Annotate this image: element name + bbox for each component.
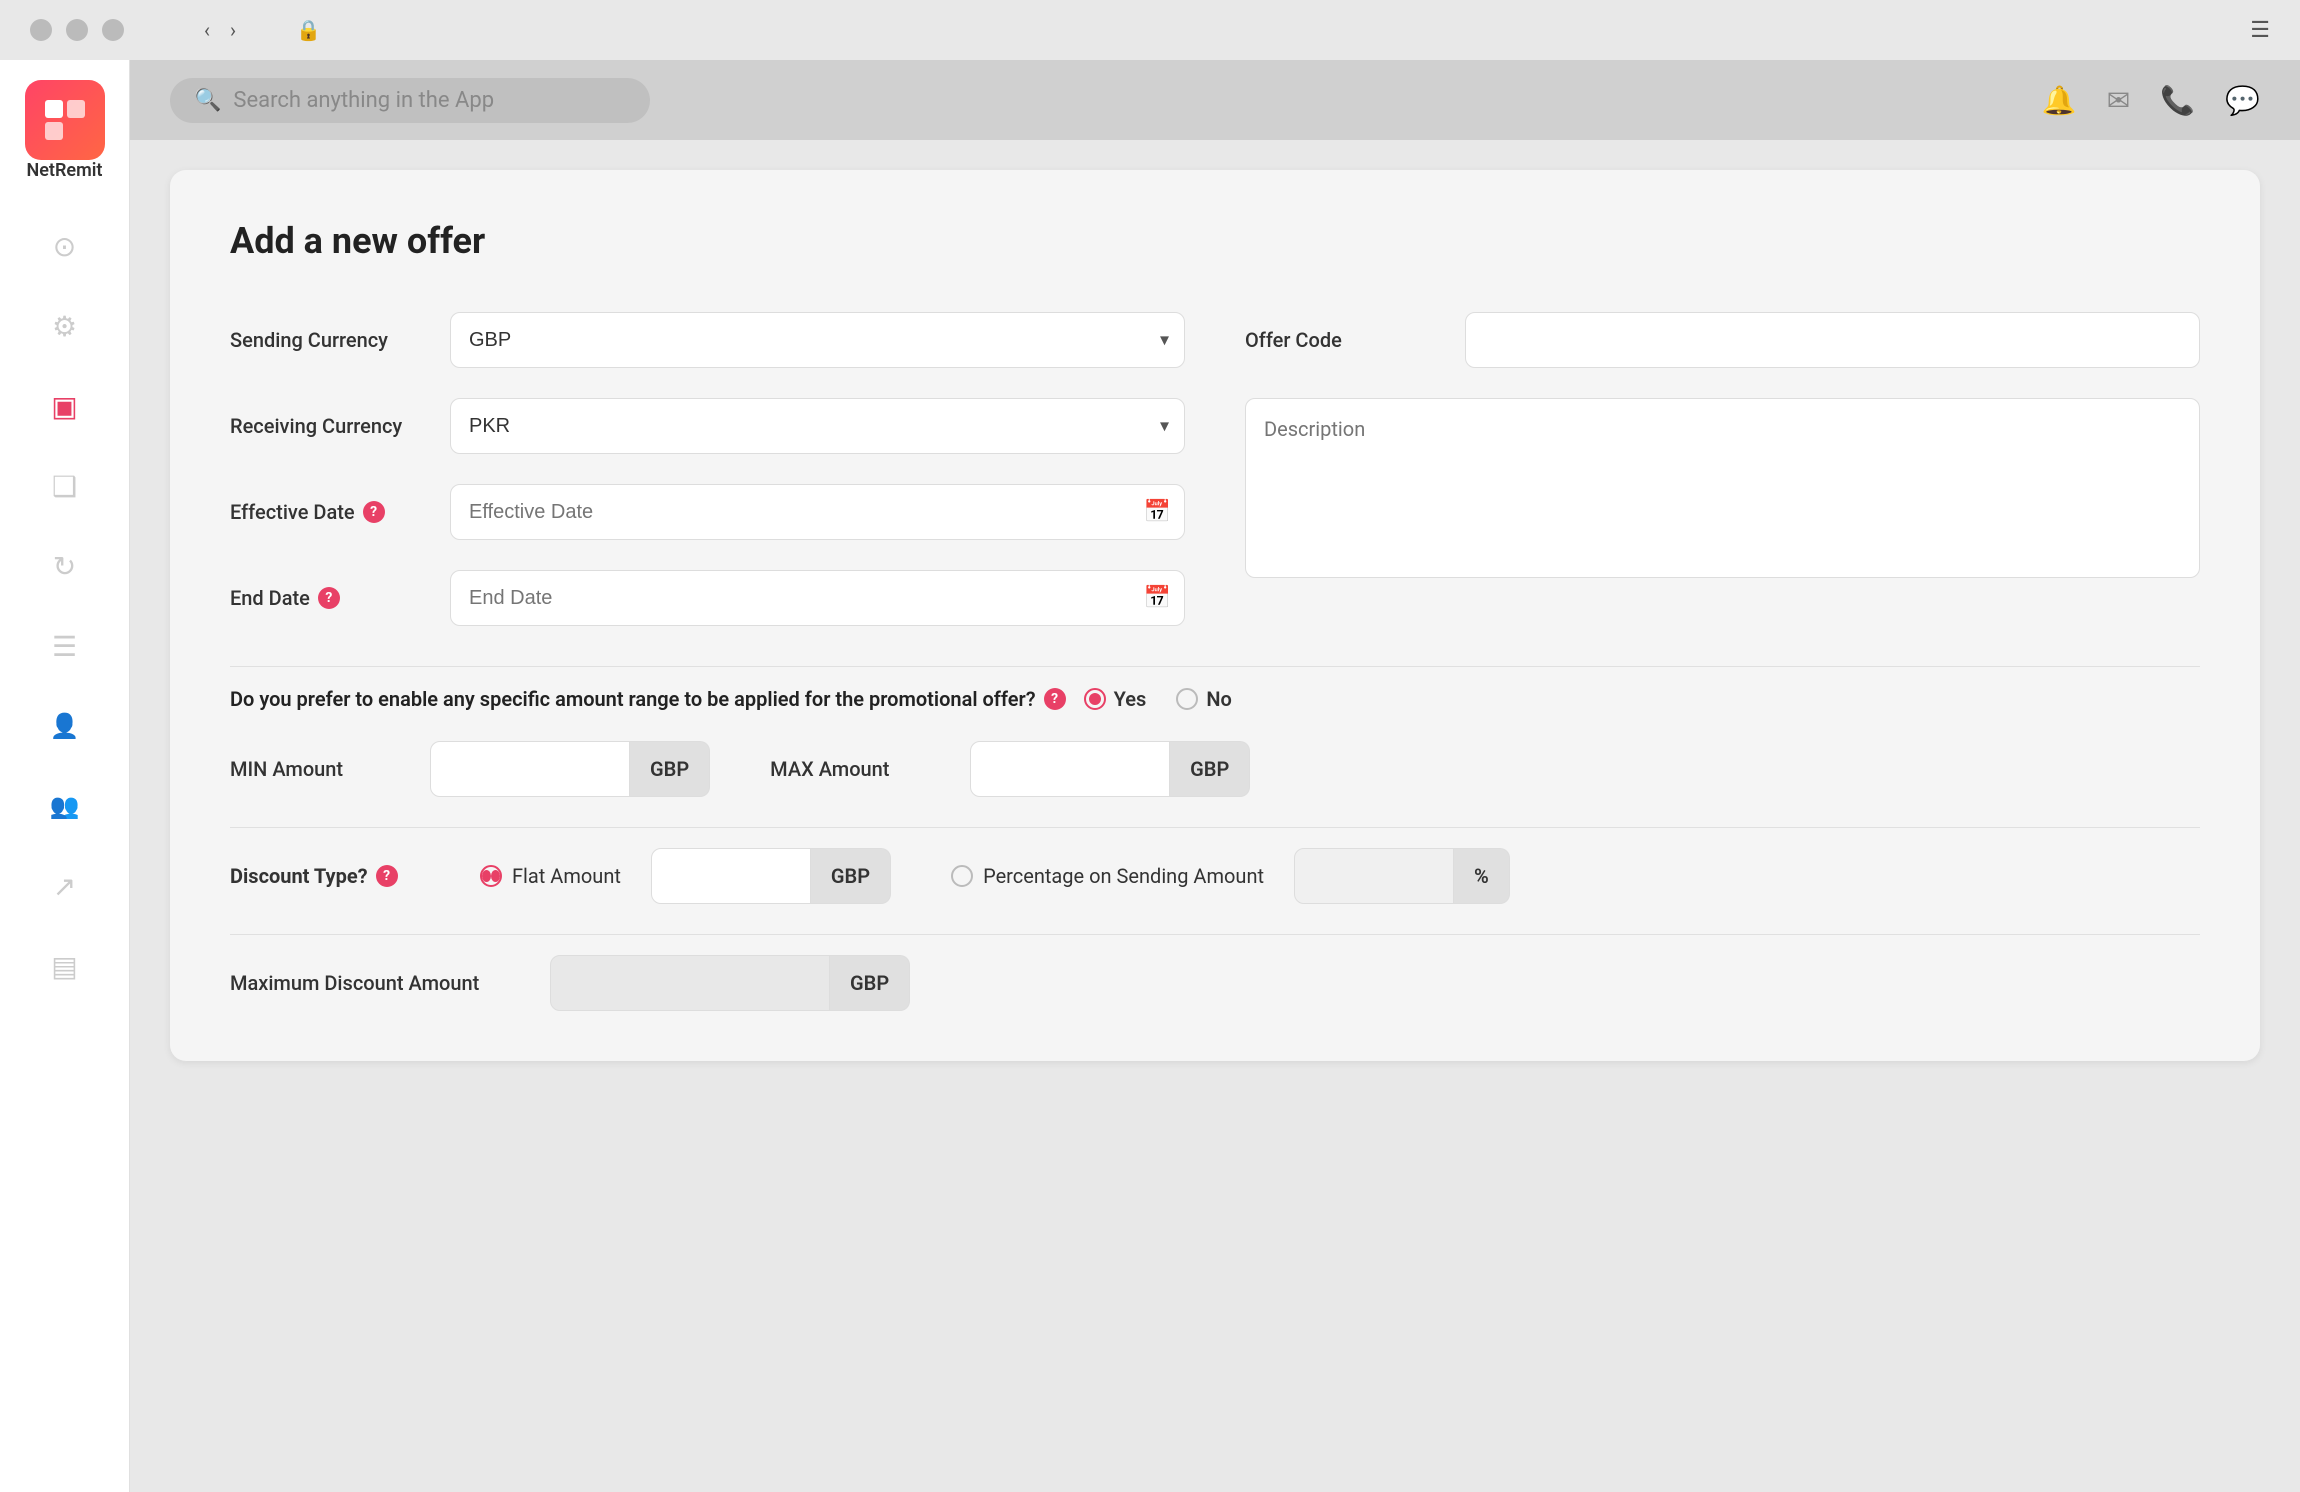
nav-back-button[interactable]: ‹ bbox=[204, 18, 210, 42]
effective-date-wrapper: 📅 bbox=[450, 484, 1185, 540]
receiving-currency-label: Receiving Currency bbox=[230, 414, 430, 438]
sidebar-item-analytics[interactable]: ↗ bbox=[40, 861, 90, 911]
flat-amount-option[interactable]: Flat Amount bbox=[480, 864, 621, 888]
close-button[interactable] bbox=[30, 19, 52, 41]
discount-type-row: Discount Type? ? Flat Amount GBP Percent… bbox=[230, 848, 2200, 904]
description-textarea[interactable] bbox=[1245, 398, 2200, 578]
end-date-label: End Date ? bbox=[230, 586, 430, 610]
min-amount-currency: GBP bbox=[630, 741, 710, 797]
logo bbox=[25, 80, 105, 160]
max-discount-input[interactable] bbox=[550, 955, 830, 1011]
percentage-input-group: % bbox=[1294, 848, 1510, 904]
percentage-label: Percentage on Sending Amount bbox=[983, 864, 1264, 888]
receiving-currency-select-wrapper: PKR INR BDT ▾ bbox=[450, 398, 1185, 454]
range-radio-group: Yes No bbox=[1084, 687, 1232, 711]
search-box[interactable]: 🔍 Search anything in the App bbox=[170, 78, 650, 123]
max-discount-input-group: GBP bbox=[550, 955, 910, 1011]
range-help-icon[interactable]: ? bbox=[1044, 688, 1066, 710]
sending-currency-select[interactable]: GBP USD EUR bbox=[450, 312, 1185, 368]
chat-icon[interactable]: 💬 bbox=[2225, 84, 2260, 117]
sidebar-item-settings[interactable]: ⚙ bbox=[40, 301, 90, 351]
flat-amount-label: Flat Amount bbox=[512, 864, 621, 888]
content-card: Add a new offer Sending Currency GBP USD… bbox=[170, 170, 2260, 1061]
maximize-button[interactable] bbox=[102, 19, 124, 41]
sidebar-item-users[interactable]: 👤 bbox=[40, 701, 90, 751]
section-divider bbox=[230, 666, 2200, 667]
section-divider-2 bbox=[230, 827, 2200, 828]
notification-icon[interactable]: 🔔 bbox=[2042, 84, 2077, 117]
receiving-currency-row: Receiving Currency PKR INR BDT ▾ bbox=[230, 398, 1185, 454]
percentage-option[interactable]: Percentage on Sending Amount bbox=[951, 864, 1264, 888]
min-amount-label: MIN Amount bbox=[230, 757, 400, 781]
end-date-row: End Date ? 📅 bbox=[230, 570, 1185, 626]
effective-date-input[interactable] bbox=[450, 484, 1185, 540]
range-yes-radio[interactable] bbox=[1084, 688, 1106, 710]
description-row bbox=[1245, 398, 2200, 582]
form-right-column: Offer Code bbox=[1245, 312, 2200, 626]
percentage-input[interactable] bbox=[1294, 848, 1454, 904]
max-amount-label: MAX Amount bbox=[770, 757, 940, 781]
sending-currency-row: Sending Currency GBP USD EUR ▾ bbox=[230, 312, 1185, 368]
range-no-radio[interactable] bbox=[1176, 688, 1198, 710]
search-icon: 🔍 bbox=[194, 88, 221, 113]
sidebar-item-messages[interactable]: ☰ bbox=[40, 621, 90, 671]
mail-icon[interactable]: ✉ bbox=[2107, 84, 2130, 117]
offer-code-label: Offer Code bbox=[1245, 328, 1445, 352]
end-date-input[interactable] bbox=[450, 570, 1185, 626]
form-left-column: Sending Currency GBP USD EUR ▾ Recei bbox=[230, 312, 1185, 626]
sidebar-item-reports[interactable]: ▤ bbox=[40, 941, 90, 991]
sidebar-item-team[interactable]: 👥 bbox=[40, 781, 90, 831]
title-bar: ‹ › 🔒 ☰ bbox=[0, 0, 2300, 60]
max-discount-currency: GBP bbox=[830, 955, 910, 1011]
flat-amount-input[interactable] bbox=[651, 848, 811, 904]
max-discount-row: Maximum Discount Amount GBP bbox=[230, 955, 2200, 1011]
sending-currency-select-wrapper: GBP USD EUR ▾ bbox=[450, 312, 1185, 368]
phone-icon[interactable]: 📞 bbox=[2160, 84, 2195, 117]
main-content: Add a new offer Sending Currency GBP USD… bbox=[130, 140, 2300, 1492]
flat-amount-radio[interactable] bbox=[480, 865, 502, 887]
search-input[interactable]: Search anything in the App bbox=[233, 88, 494, 113]
range-question-text: Do you prefer to enable any specific amo… bbox=[230, 687, 2200, 711]
range-no-option[interactable]: No bbox=[1176, 687, 1231, 711]
end-date-wrapper: 📅 bbox=[450, 570, 1185, 626]
top-bar: 🔍 Search anything in the App 🔔 ✉ 📞 💬 bbox=[130, 60, 2300, 140]
sidebar-item-dashboard[interactable]: ⊙ bbox=[40, 221, 90, 271]
app-name: NetRemit bbox=[27, 160, 103, 181]
traffic-lights bbox=[30, 19, 124, 41]
range-yes-option[interactable]: Yes bbox=[1084, 687, 1147, 711]
sidebar: NetRemit ⊙ ⚙ ▣ ❑ ↻ ☰ 👤 👥 ↗ ▤ bbox=[0, 60, 130, 1492]
receiving-currency-select[interactable]: PKR INR BDT bbox=[450, 398, 1185, 454]
menu-icon[interactable]: ☰ bbox=[2250, 18, 2270, 43]
form-top-section: Sending Currency GBP USD EUR ▾ Recei bbox=[230, 312, 2200, 626]
percentage-symbol: % bbox=[1454, 848, 1510, 904]
max-discount-label: Maximum Discount Amount bbox=[230, 971, 530, 995]
discount-type-label: Discount Type? ? bbox=[230, 864, 450, 888]
page-title: Add a new offer bbox=[230, 220, 2200, 262]
flat-amount-currency: GBP bbox=[811, 848, 891, 904]
sidebar-item-documents[interactable]: ❑ bbox=[40, 461, 90, 511]
effective-date-help-icon[interactable]: ? bbox=[363, 501, 385, 523]
percentage-radio[interactable] bbox=[951, 865, 973, 887]
minimize-button[interactable] bbox=[66, 19, 88, 41]
min-amount-input[interactable] bbox=[430, 741, 630, 797]
lock-icon: 🔒 bbox=[296, 18, 321, 42]
nav-forward-button[interactable]: › bbox=[230, 18, 236, 42]
effective-date-label: Effective Date ? bbox=[230, 500, 430, 524]
range-question-section: Do you prefer to enable any specific amo… bbox=[230, 687, 2200, 711]
max-amount-input[interactable] bbox=[970, 741, 1170, 797]
discount-help-icon[interactable]: ? bbox=[376, 865, 398, 887]
offer-code-input[interactable] bbox=[1465, 312, 2200, 368]
effective-date-row: Effective Date ? 📅 bbox=[230, 484, 1185, 540]
sending-currency-label: Sending Currency bbox=[230, 328, 430, 352]
sidebar-item-sync[interactable]: ↻ bbox=[40, 541, 90, 591]
amount-range-row: MIN Amount GBP MAX Amount GBP bbox=[230, 741, 2200, 797]
section-divider-3 bbox=[230, 934, 2200, 935]
min-amount-input-group: GBP bbox=[430, 741, 710, 797]
flat-amount-input-group: GBP bbox=[651, 848, 891, 904]
end-date-help-icon[interactable]: ? bbox=[318, 587, 340, 609]
sidebar-item-offers[interactable]: ▣ bbox=[40, 381, 90, 431]
max-amount-input-group: GBP bbox=[970, 741, 1250, 797]
offer-code-row: Offer Code bbox=[1245, 312, 2200, 368]
max-amount-currency: GBP bbox=[1170, 741, 1250, 797]
